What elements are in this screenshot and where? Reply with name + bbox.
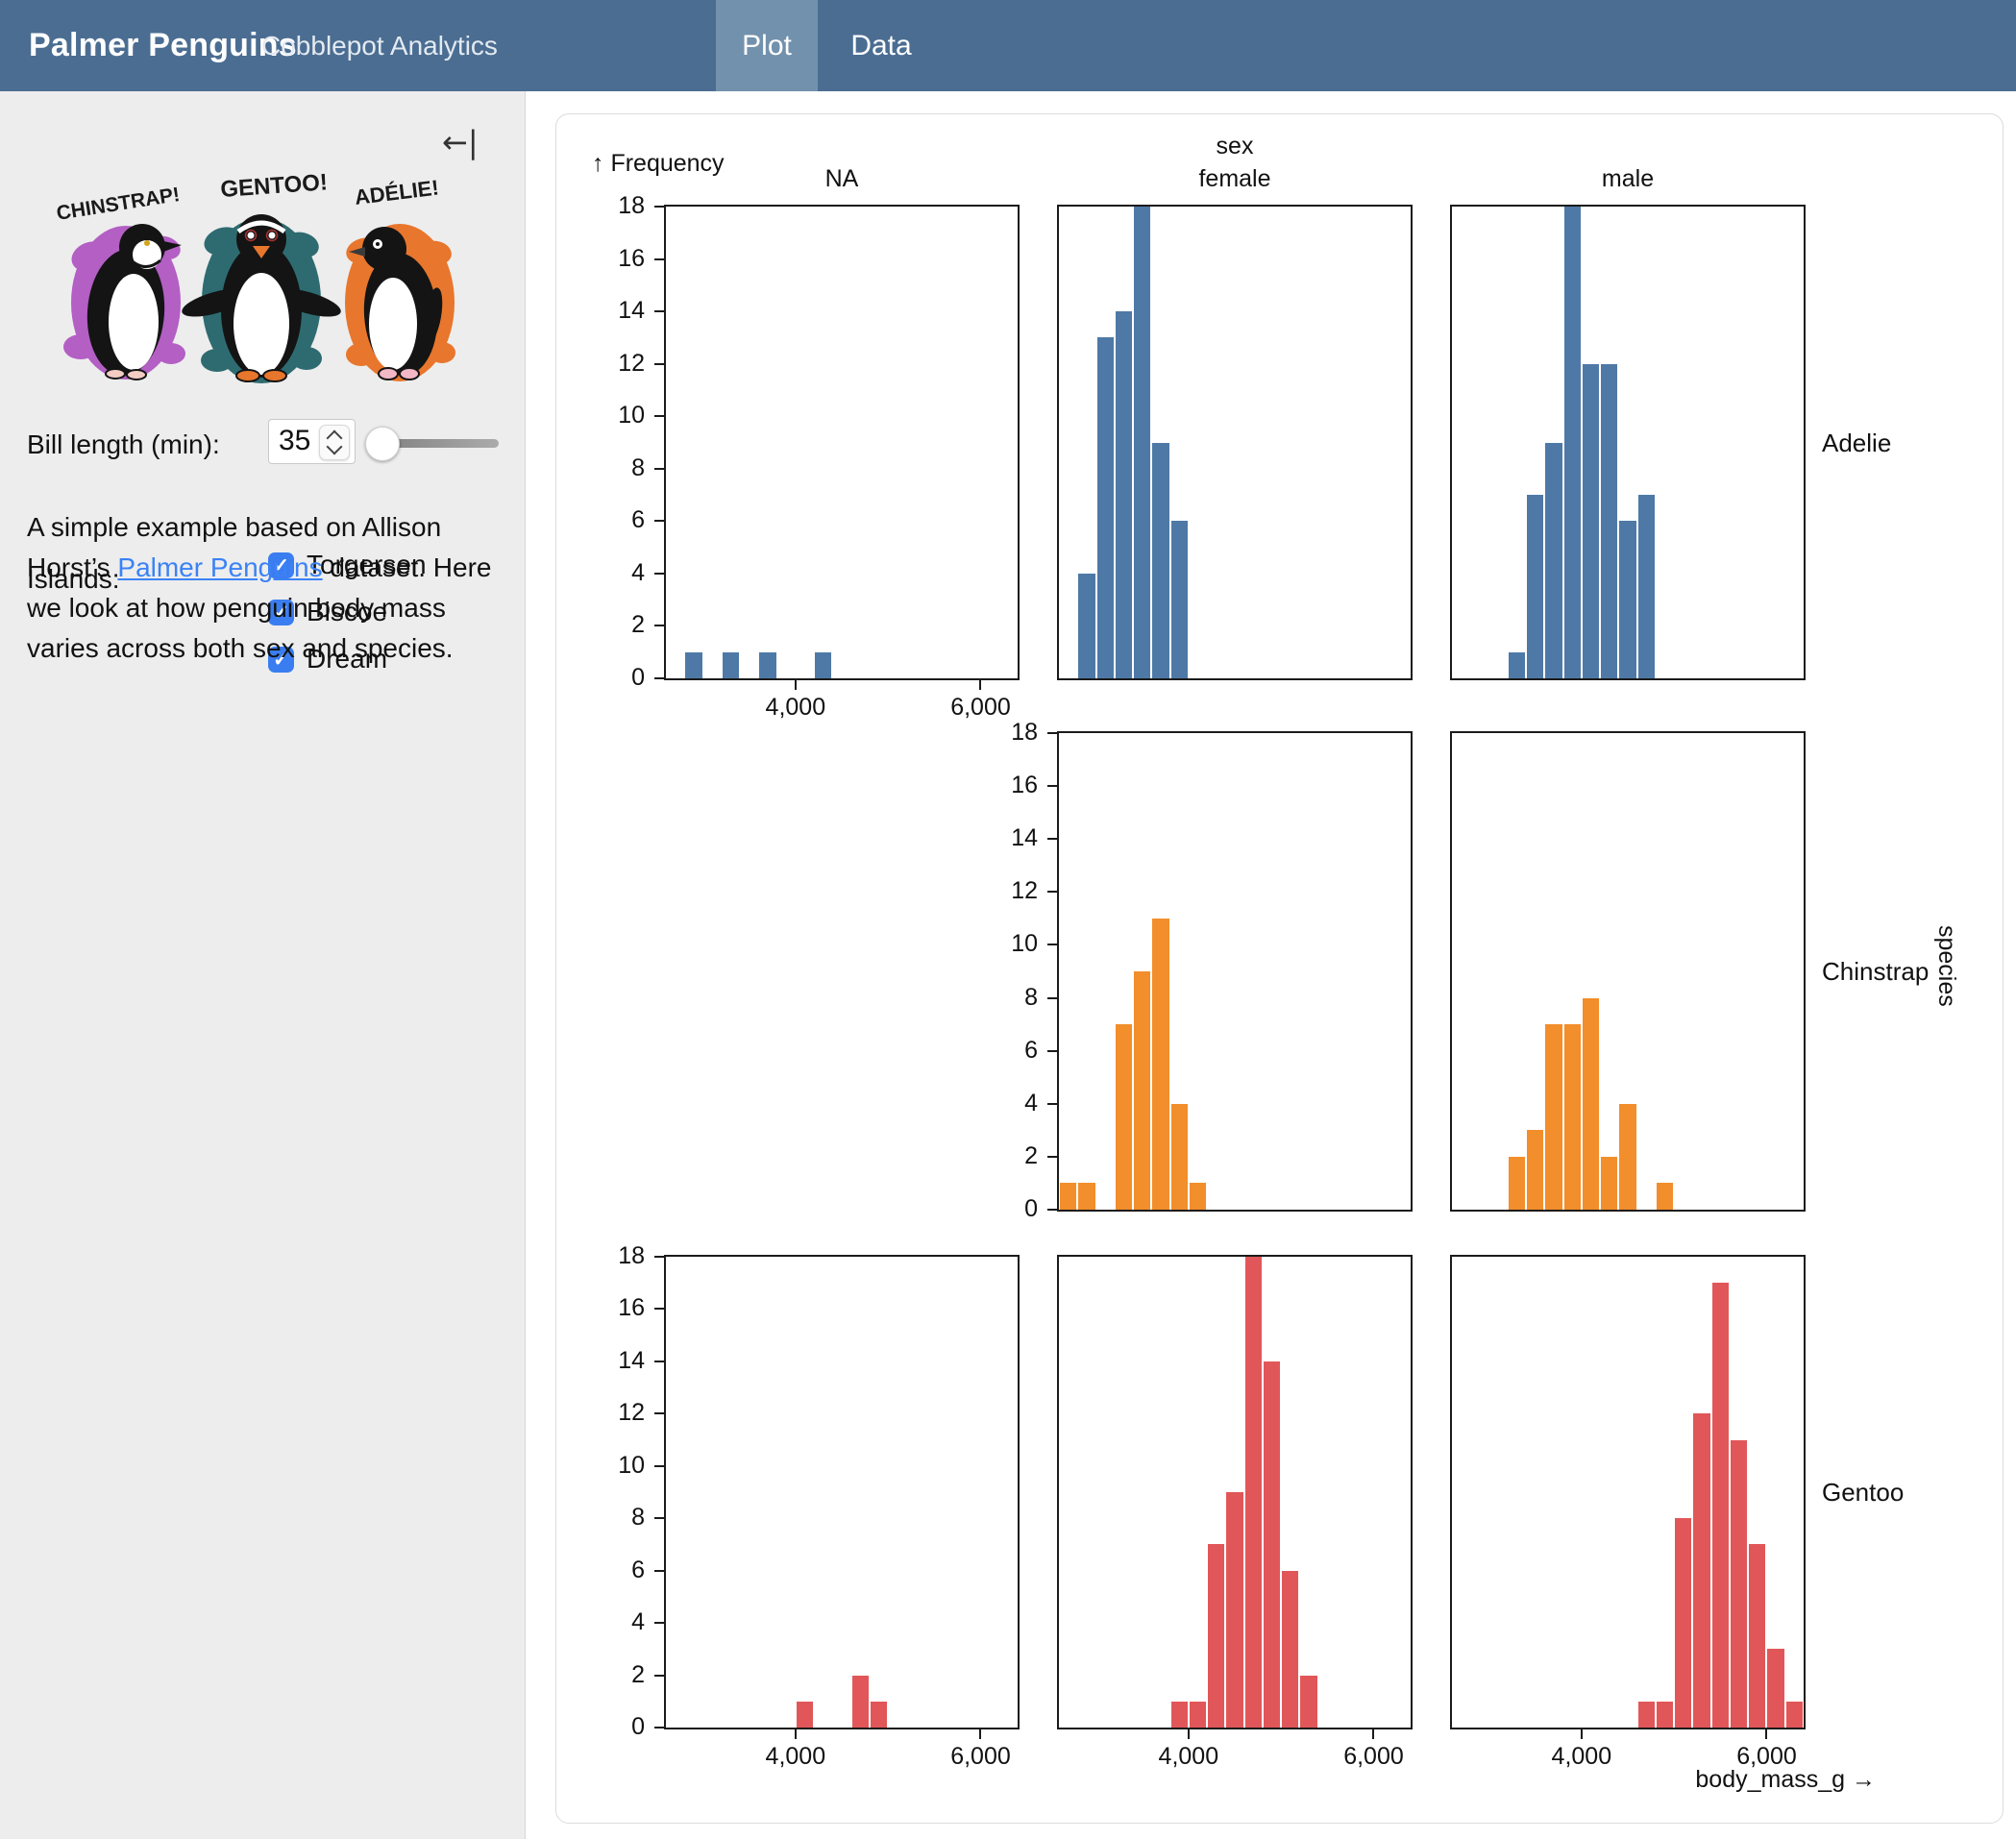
plot-card: [555, 113, 2004, 1824]
slider-knob[interactable]: [365, 427, 400, 461]
bill-length-input[interactable]: [279, 423, 321, 459]
artwork-label-adelie: ADÉLIE!: [354, 175, 440, 209]
sidebar-collapse-icon[interactable]: ←|: [442, 124, 479, 160]
header-bar: Palmer Penguins Cobblepot Analytics Plot…: [0, 0, 2016, 91]
artwork-label-chinstrap: CHINSTRAP!: [55, 184, 182, 225]
tab-data-label: Data: [850, 30, 911, 62]
app-window: Palmer Penguins Cobblepot Analytics Plot…: [0, 0, 2016, 1839]
bill-length-slider[interactable]: [368, 439, 499, 448]
penguin-artwork: CHINSTRAP! GENTOO! ADÉLIE!: [35, 157, 490, 390]
tab-data[interactable]: Data: [818, 0, 945, 91]
palmer-penguins-link[interactable]: Palmer Penguins: [117, 552, 322, 582]
app-subtitle: Cobblepot Analytics: [261, 0, 498, 91]
artwork-label-gentoo: GENTOO!: [220, 169, 329, 203]
tab-plot-label: Plot: [742, 30, 792, 62]
description-text: A simple example based on Allison Horst’…: [27, 507, 507, 669]
bill-length-stepper[interactable]: [319, 425, 350, 460]
bill-length-input-box: [268, 419, 356, 464]
tab-plot[interactable]: Plot: [716, 0, 818, 91]
app-title: Palmer Penguins: [29, 0, 297, 91]
sidebar: ←|: [0, 91, 526, 1839]
bill-length-label: Bill length (min):: [27, 429, 220, 460]
